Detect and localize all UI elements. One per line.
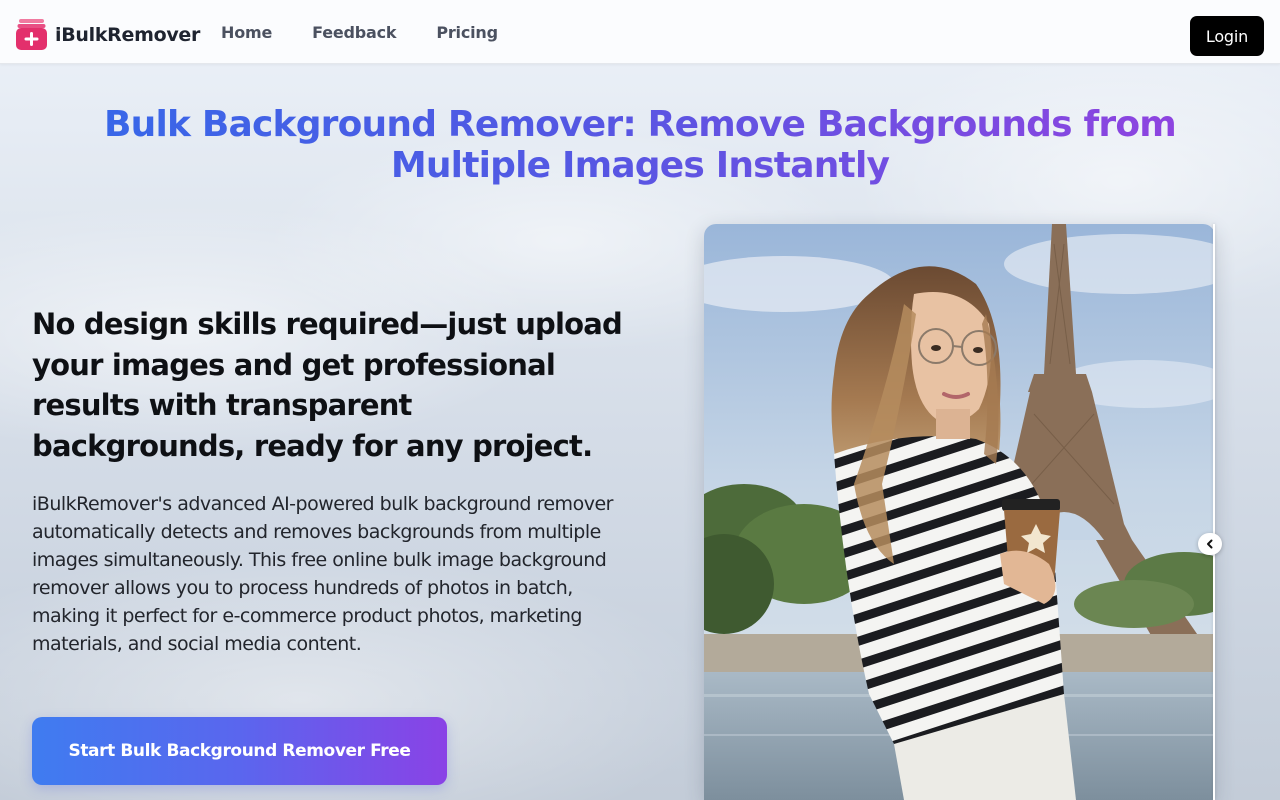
login-button[interactable]: Login: [1190, 16, 1264, 56]
start-free-button[interactable]: Start Bulk Background Remover Free: [32, 717, 447, 785]
page-title: Bulk Background Remover: Remove Backgrou…: [100, 104, 1180, 186]
before-after-image[interactable]: [704, 224, 1215, 800]
hero-description: iBulkRemover's advanced AI-powered bulk …: [32, 493, 613, 655]
brand-logo[interactable]: iBulkRemover: [16, 19, 200, 51]
hero-subheading: No design skills required—just upload yo…: [32, 307, 623, 463]
site-header: iBulkRemover Home Feedback Pricing Login: [0, 0, 1280, 64]
compare-slider-handle[interactable]: [1198, 533, 1222, 555]
compare-divider[interactable]: [1213, 224, 1215, 800]
add-image-icon: [16, 19, 47, 50]
brand-name: iBulkRemover: [55, 24, 201, 46]
chevron-left-icon: [1207, 539, 1213, 549]
title-line-2: Multiple Images Instantly: [390, 145, 890, 186]
nav-feedback[interactable]: Feedback: [312, 23, 396, 42]
main-nav: Home Feedback Pricing: [221, 0, 538, 64]
nav-home[interactable]: Home: [221, 23, 272, 42]
nav-pricing[interactable]: Pricing: [436, 23, 498, 42]
title-line-1: Bulk Background Remover: Remove Backgrou…: [104, 104, 1176, 145]
sample-photo: [704, 224, 1215, 800]
